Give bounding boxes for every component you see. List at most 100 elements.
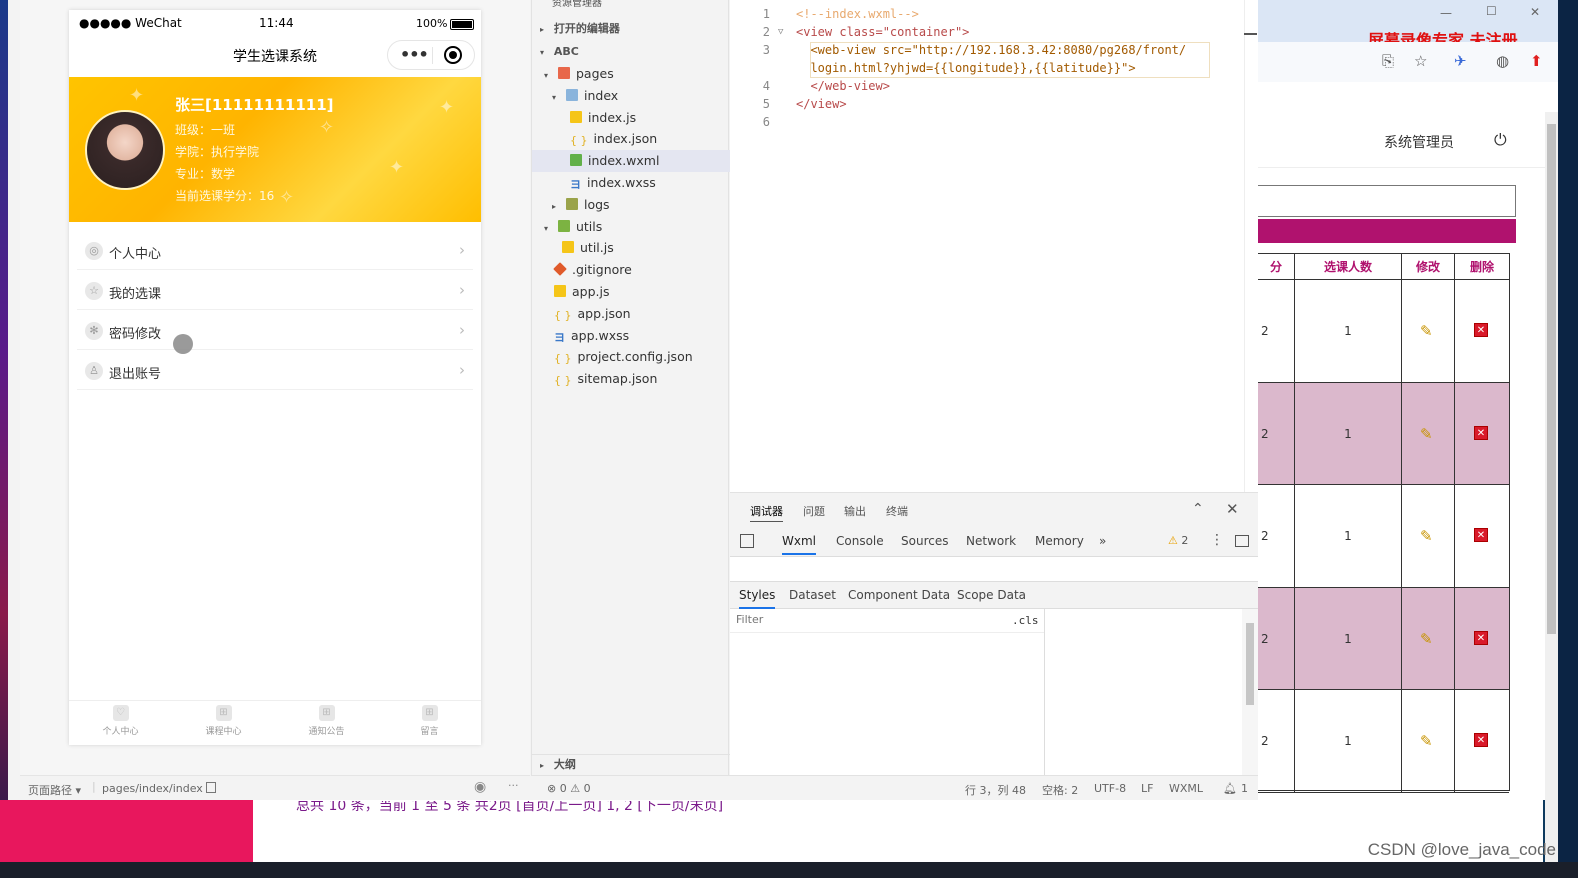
project-section[interactable]: ▾ ABC [532, 42, 730, 62]
inspect-icon[interactable] [740, 534, 754, 548]
tree-item[interactable]: ▸ logs [532, 194, 730, 216]
cls-button[interactable]: .cls [1012, 614, 1039, 627]
tab-console[interactable]: Console [836, 534, 884, 548]
line-number: 6 [762, 115, 770, 129]
tree-item[interactable]: ▾ pages [532, 63, 730, 85]
menu-item-logout[interactable]: ♙ 退出账号 › [77, 352, 473, 390]
outline-section[interactable]: ▸ 大纲 [532, 754, 730, 774]
tree-item[interactable]: util.js [532, 237, 730, 259]
open-editors-section[interactable]: ▸ 打开的编辑器 [532, 19, 730, 39]
tree-item[interactable]: { } app.json [532, 303, 730, 325]
scrollbar-thumb[interactable] [1246, 623, 1254, 705]
fold-icon[interactable]: ▽ [778, 23, 783, 41]
tab-network[interactable]: Network [966, 534, 1016, 548]
bell-icon[interactable]: 🔔︎ [1223, 782, 1237, 795]
ellipsis-icon[interactable]: ••• [400, 45, 429, 64]
tab-dataset[interactable]: Dataset [789, 588, 836, 602]
delete-icon[interactable]: ✕ [1474, 733, 1488, 747]
profile-icon[interactable]: ◍ [1496, 52, 1509, 70]
menu-item-change-password[interactable]: ✻ 密码修改 › [77, 312, 473, 350]
pencil-icon[interactable]: ✎ [1420, 322, 1433, 340]
bookmark-star-icon[interactable]: ☆ [1414, 52, 1427, 70]
pencil-icon[interactable]: ✎ [1420, 732, 1433, 750]
close-icon[interactable]: ✕ [1226, 500, 1239, 518]
battery-percent: 100% [416, 17, 448, 30]
tab-memory[interactable]: Memory [1035, 534, 1084, 548]
tree-item[interactable]: ヨ app.wxss [532, 325, 730, 347]
maximize-icon[interactable]: ☐ [1486, 4, 1497, 18]
tree-item[interactable]: ▾ utils [532, 216, 730, 238]
minimize-icon[interactable]: — [1440, 6, 1452, 20]
more-icon[interactable]: ··· [508, 779, 519, 792]
tree-item[interactable]: { } index.json [532, 128, 730, 150]
tree-item[interactable]: { } project.config.json [532, 346, 730, 368]
tree-item[interactable]: index.js [532, 107, 730, 129]
translate-icon[interactable]: ⎘ [1382, 52, 1394, 70]
tree-item[interactable]: ▾ index [532, 85, 730, 107]
target-icon[interactable] [444, 46, 462, 64]
avatar[interactable] [85, 110, 165, 190]
chevron-right-icon[interactable]: ▸ [552, 196, 562, 218]
delete-icon[interactable]: ✕ [1474, 323, 1488, 337]
tab-debugger[interactable]: 调试器 [750, 503, 783, 522]
tab-styles[interactable]: Styles [739, 588, 776, 609]
admin-user-label[interactable]: 系统管理员 [1384, 132, 1454, 152]
tab-sources[interactable]: Sources [901, 534, 948, 548]
tab-messages[interactable]: ⊞ 留言 [378, 705, 481, 737]
menu-item-profile[interactable]: ◎ 个人中心 › [77, 232, 473, 270]
warnings-badge[interactable]: ⚠ 2 [1168, 534, 1188, 547]
delete-icon[interactable]: ✕ [1474, 425, 1488, 440]
styles-scrollbar[interactable] [1242, 609, 1258, 776]
pencil-icon[interactable]: ✎ [1420, 630, 1433, 648]
editor-scrollbar[interactable] [1244, 0, 1258, 492]
grid-icon: ⊞ [318, 705, 335, 721]
pane-divider[interactable] [1044, 609, 1045, 776]
menu-label: 退出账号 [109, 367, 162, 382]
filter-input[interactable] [736, 613, 996, 626]
eye-icon[interactable]: ◉ [474, 779, 486, 795]
scrollbar-thumb[interactable] [1547, 124, 1556, 634]
kebab-menu-icon[interactable]: ⋮ [1210, 532, 1224, 548]
more-icon[interactable]: ··· [697, 0, 708, 6]
delete-icon[interactable]: ✕ [1474, 630, 1488, 645]
tab-notices[interactable]: ⊞ 通知公告 [275, 705, 378, 737]
problems-status[interactable]: ⊗ 0 ⚠ 0 [547, 782, 591, 795]
tab-courses[interactable]: ⊞ 课程中心 [172, 705, 275, 737]
menu-item-my-courses[interactable]: ☆ 我的选课 › [77, 272, 473, 310]
encoding[interactable]: UTF-8 [1094, 782, 1126, 795]
tab-output[interactable]: 输出 [844, 503, 866, 519]
page-path-dropdown[interactable]: 页面路径 ▾ [28, 782, 81, 798]
close-icon[interactable]: ✕ [1530, 5, 1540, 19]
chevron-down-icon[interactable]: ▾ [544, 65, 554, 87]
pencil-icon[interactable]: ✎ [1420, 527, 1433, 545]
chevron-down-icon[interactable]: ▾ [552, 87, 562, 109]
browser-scrollbar[interactable] [1545, 112, 1558, 862]
js-icon [554, 285, 566, 297]
tab-problems[interactable]: 问题 [803, 503, 825, 519]
delete-icon[interactable]: ✕ [1474, 528, 1488, 542]
tab-component-data[interactable]: Component Data [848, 588, 950, 602]
tab-wxml[interactable]: Wxml [782, 534, 816, 555]
tree-item[interactable]: ヨ index.wxss [532, 172, 730, 194]
pencil-icon[interactable]: ✎ [1420, 425, 1433, 443]
tab-terminal[interactable]: 终端 [886, 503, 908, 519]
tab-scope-data[interactable]: Scope Data [957, 588, 1026, 602]
dock-icon[interactable] [1235, 535, 1249, 547]
chevron-up-icon[interactable]: ⌃ [1192, 501, 1204, 517]
tree-item[interactable]: app.js [532, 281, 730, 303]
extension-icon[interactable]: ✈ [1454, 52, 1467, 70]
copy-icon[interactable] [206, 782, 216, 793]
more-tabs-icon[interactable]: » [1099, 534, 1106, 548]
tab-profile[interactable]: ♡ 个人中心 [69, 705, 172, 737]
language-mode[interactable]: WXML [1169, 782, 1203, 795]
chevron-down-icon[interactable]: ▾ [544, 218, 554, 240]
tree-item[interactable]: { } sitemap.json [532, 368, 730, 390]
tree-item[interactable]: .gitignore [532, 259, 730, 281]
cursor-position[interactable]: 行 3，列 48 [965, 782, 1026, 798]
power-icon[interactable]: ⏻ [1494, 130, 1507, 150]
update-icon[interactable]: ⬆ [1530, 52, 1543, 70]
tree-item[interactable]: index.wxml [532, 150, 730, 173]
indent-setting[interactable]: 空格: 2 [1042, 782, 1078, 798]
tree-item-label: sitemap.json [577, 371, 658, 387]
line-ending[interactable]: LF [1141, 782, 1153, 795]
